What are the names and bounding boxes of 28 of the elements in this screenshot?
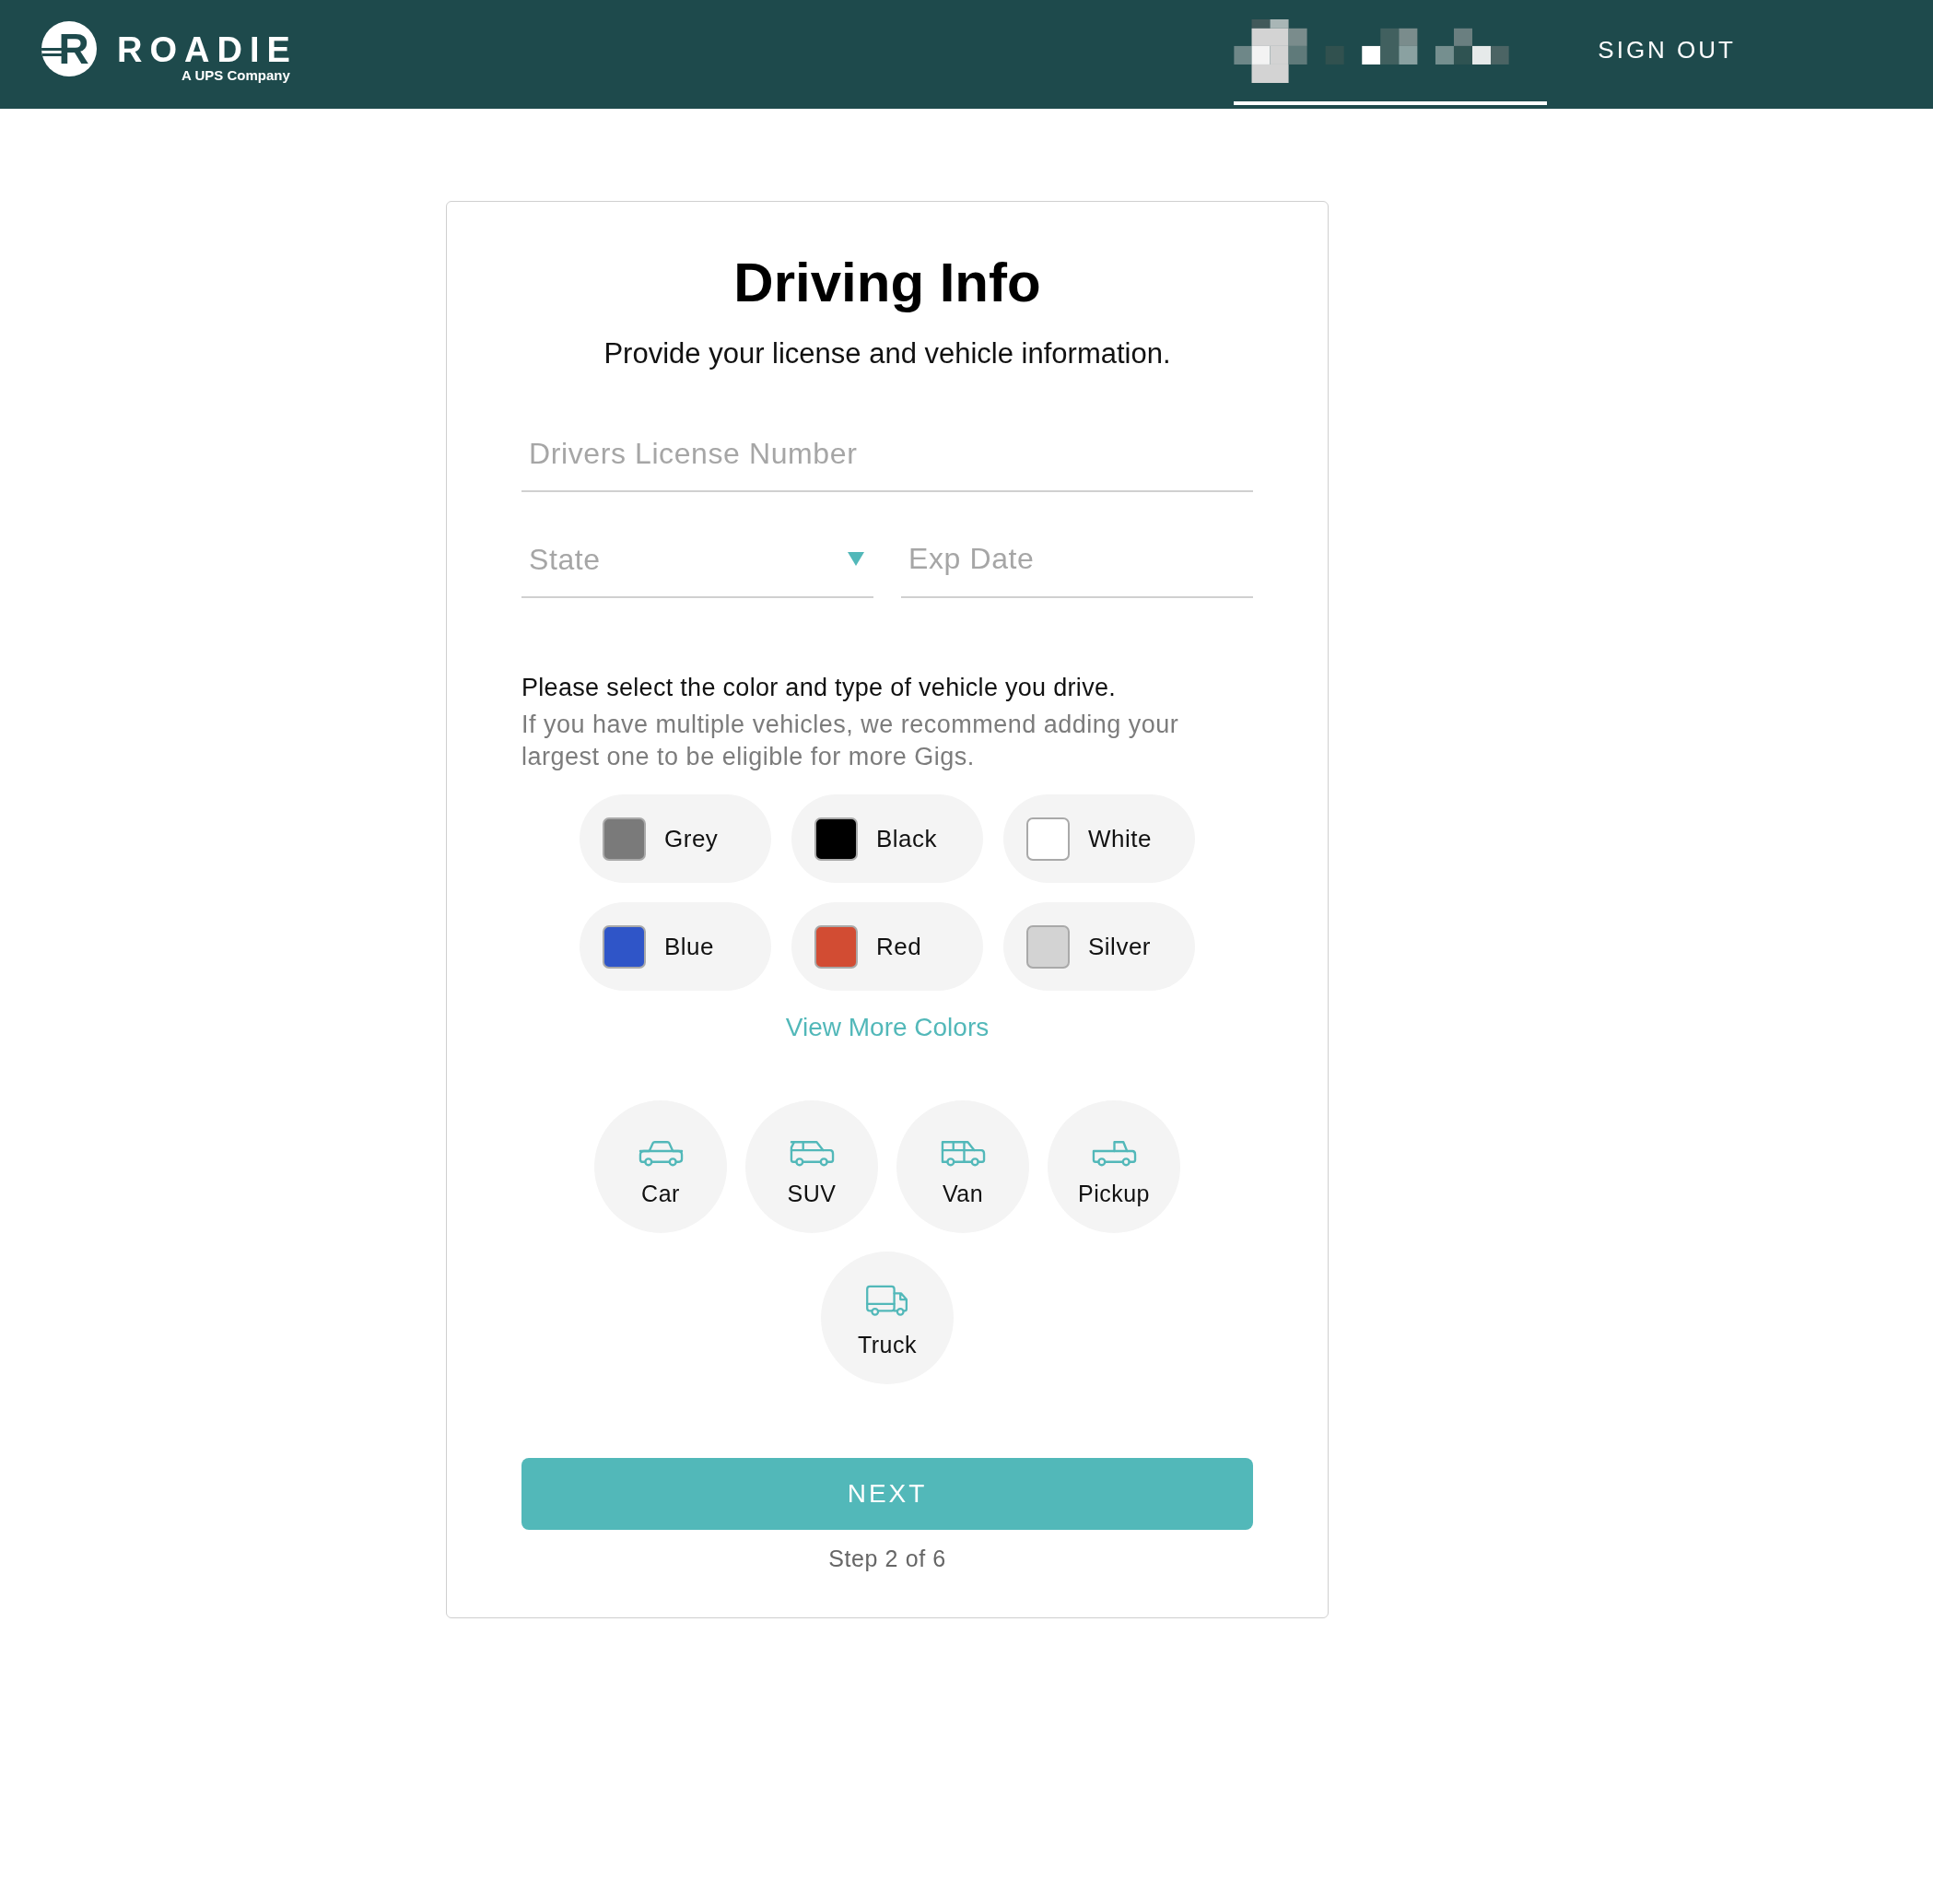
vehicle-type-option[interactable]: SUV xyxy=(745,1100,878,1233)
car-icon xyxy=(638,1139,684,1167)
pickup-truck-icon xyxy=(1091,1139,1137,1167)
vehicle-type-option[interactable]: Pickup xyxy=(1048,1100,1180,1233)
vehicle-type-option[interactable]: Truck xyxy=(821,1252,954,1384)
vehicle-prompt-text: Please select the color and type of vehicle you drive. xyxy=(521,673,1118,703)
step-counter: Step 2 of 6 xyxy=(827,1545,947,1573)
van-icon xyxy=(940,1139,986,1167)
logo-tagline: A UPS Company xyxy=(182,68,290,83)
color-option[interactable]: Red xyxy=(791,902,983,991)
dropdown-triangle-icon xyxy=(848,552,864,566)
sign-out-link[interactable]: SIGN OUT xyxy=(1598,36,1736,64)
vehicle-type-option[interactable]: Car xyxy=(594,1100,727,1233)
logo-mark: R xyxy=(41,21,97,76)
license-number-field[interactable]: Drivers License Number xyxy=(521,435,1253,492)
suv-icon xyxy=(789,1139,835,1167)
color-option[interactable]: White xyxy=(1003,794,1195,883)
page-subtitle: Provide your license and vehicle information. xyxy=(603,336,1172,371)
box-truck-icon xyxy=(865,1285,909,1318)
exp-date-field[interactable]: Exp Date xyxy=(901,539,1253,598)
color-option[interactable]: Black xyxy=(791,794,983,883)
vehicle-type-option[interactable]: Van xyxy=(896,1100,1029,1233)
logo-wordmark: ROADIE xyxy=(117,32,298,67)
color-option[interactable]: Grey xyxy=(580,794,771,883)
vehicle-hint-text: If you have multiple vehicles, we recommend adding your largest one to be eligible for more Gigs. xyxy=(521,710,1180,772)
color-option[interactable]: Silver xyxy=(1003,902,1195,991)
color-option[interactable]: Blue xyxy=(580,902,771,991)
page-title: Driving Info xyxy=(732,251,1042,315)
